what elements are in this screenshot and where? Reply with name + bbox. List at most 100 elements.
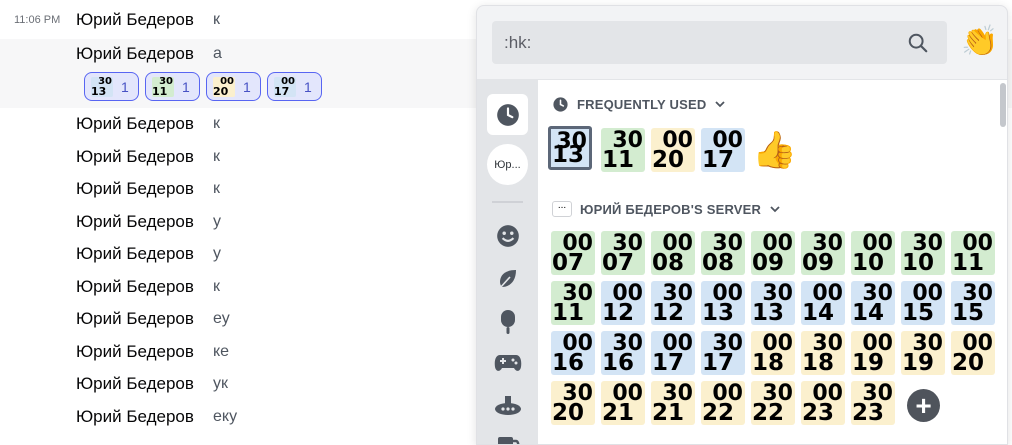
message-author[interactable]: Юрий Бедеров (76, 309, 194, 329)
emoji-frequent[interactable]: 0020 (651, 128, 695, 172)
emoji-frequent[interactable]: 0017 (701, 128, 745, 172)
message-text: ук (213, 375, 228, 393)
emoji-server[interactable]: 0014 (801, 281, 845, 325)
reaction-emoji: 0020 (213, 77, 235, 97)
search-icon[interactable] (907, 32, 929, 54)
reaction-emoji: 3013 (91, 77, 113, 97)
emoji-server[interactable]: 3023 (851, 381, 895, 425)
category-food[interactable] (487, 301, 528, 342)
message-author[interactable]: Юрий Бедеров (76, 179, 194, 199)
emoji-server[interactable]: 3020 (551, 381, 595, 425)
message-text: к (213, 278, 220, 296)
emoji-server[interactable]: 3015 (951, 281, 995, 325)
emoji-server[interactable]: 0007 (551, 231, 595, 275)
reactions-row: 3013 1 3011 1 0020 1 0017 1 (84, 72, 322, 104)
emoji-server[interactable]: 3018 (801, 331, 845, 375)
emoji-server[interactable]: 0012 (601, 281, 645, 325)
chevron-down-icon (769, 203, 781, 215)
category-nature[interactable] (487, 258, 528, 299)
message-author[interactable]: Юрий Бедеров (76, 407, 194, 427)
section-frequently-used[interactable]: FREQUENTLY USED (552, 94, 726, 114)
category-travel[interactable] (487, 384, 528, 425)
reaction-count: 1 (182, 79, 190, 95)
emoji-server[interactable]: 0019 (851, 331, 895, 375)
category-server[interactable]: Юр... (487, 144, 528, 185)
emoji-search-input[interactable] (492, 21, 892, 64)
server-icon: ... (552, 201, 572, 217)
message-text: у (213, 213, 221, 231)
emoji-server[interactable]: 3010 (901, 231, 945, 275)
message-author[interactable]: Юрий Бедеров (76, 374, 194, 394)
emoji-server[interactable]: 0016 (551, 331, 595, 375)
reaction-button[interactable]: 3013 1 (84, 72, 139, 101)
message-author[interactable]: Юрий Бедеров (76, 10, 194, 30)
emoji-server[interactable]: 3019 (901, 331, 945, 375)
message-author[interactable]: Юрий Бедеров (76, 44, 194, 64)
emoji-thumbs-up[interactable]: 👍 (752, 128, 797, 172)
emoji-server[interactable]: 3014 (851, 281, 895, 325)
emoji-server[interactable]: 0021 (601, 381, 645, 425)
section-server[interactable]: ... ЮРИЙ БЕДЕРОВ'S SERVER (552, 199, 781, 219)
section-title: ЮРИЙ БЕДЕРОВ'S SERVER (580, 202, 761, 217)
scrollbar[interactable] (1000, 83, 1006, 127)
emoji-server[interactable]: 0013 (701, 281, 745, 325)
emoji-frequent[interactable]: 3013 (548, 126, 592, 170)
message-text: еку (213, 408, 237, 426)
message-author[interactable]: Юрий Бедеров (76, 212, 194, 232)
section-title: FREQUENTLY USED (577, 97, 706, 112)
emoji-grid: FREQUENTLY USED 3013 3011 0020 0017 👍 ..… (538, 80, 1008, 445)
message-text: к (213, 180, 220, 198)
category-objects[interactable] (487, 425, 528, 445)
emoji-server[interactable]: 3013 (751, 281, 795, 325)
emoji-server[interactable]: 3008 (701, 231, 745, 275)
clock-icon (495, 102, 521, 128)
message-text: к (213, 11, 220, 29)
mug-icon (495, 434, 521, 445)
emoji-server[interactable]: 3009 (801, 231, 845, 275)
emoji-server[interactable]: 3017 (701, 331, 745, 375)
emoji-server[interactable]: 0023 (801, 381, 845, 425)
clock-icon (552, 96, 569, 113)
emoji-picker: 👏 Юр... FREQUENTLY USED (476, 5, 1008, 445)
reaction-count: 1 (243, 79, 251, 95)
emoji-server[interactable]: 3021 (651, 381, 695, 425)
message-author[interactable]: Юрий Бедеров (76, 114, 194, 134)
emoji-server[interactable]: 3016 (601, 331, 645, 375)
emoji-server[interactable]: 0008 (651, 231, 695, 275)
category-activities[interactable] (487, 342, 528, 383)
message-text: у (213, 245, 221, 263)
message-text: а (213, 45, 222, 63)
emoji-server[interactable]: 3007 (601, 231, 645, 275)
reaction-button[interactable]: 0020 1 (206, 72, 261, 101)
message-author[interactable]: Юрий Бедеров (76, 277, 194, 297)
emoji-server[interactable]: 0015 (901, 281, 945, 325)
emoji-server[interactable]: 0020 (951, 331, 995, 375)
add-emoji-button[interactable]: + (907, 389, 940, 422)
emoji-server[interactable]: 0018 (751, 331, 795, 375)
emoji-server[interactable]: 0009 (751, 231, 795, 275)
emoji-search-bar[interactable] (492, 21, 947, 64)
emoji-server[interactable]: 0010 (851, 231, 895, 275)
reaction-count: 1 (304, 79, 312, 95)
message-text: к (213, 115, 220, 133)
emoji-server[interactable]: 0011 (951, 231, 995, 275)
message-text: еу (213, 310, 230, 328)
emoji-server[interactable]: 0022 (701, 381, 745, 425)
emoji-server[interactable]: 0017 (651, 331, 695, 375)
emoji-server[interactable]: 3012 (651, 281, 695, 325)
message-author[interactable]: Юрий Бедеров (76, 342, 194, 362)
reaction-button[interactable]: 3011 1 (145, 72, 200, 101)
gamepad-icon (494, 352, 522, 374)
message-text: к (213, 148, 220, 166)
message-text: ке (213, 343, 229, 361)
reaction-emoji: 0017 (274, 77, 296, 97)
message-author[interactable]: Юрий Бедеров (76, 147, 194, 167)
category-people[interactable] (487, 215, 528, 256)
emoji-server[interactable]: 3022 (751, 381, 795, 425)
reaction-button[interactable]: 0017 1 (267, 72, 322, 101)
emoji-server[interactable]: 3011 (551, 281, 595, 325)
message-author[interactable]: Юрий Бедеров (76, 244, 194, 264)
sidebar-separator (492, 201, 523, 203)
emoji-frequent[interactable]: 3011 (601, 128, 645, 172)
category-recent[interactable] (487, 94, 528, 135)
